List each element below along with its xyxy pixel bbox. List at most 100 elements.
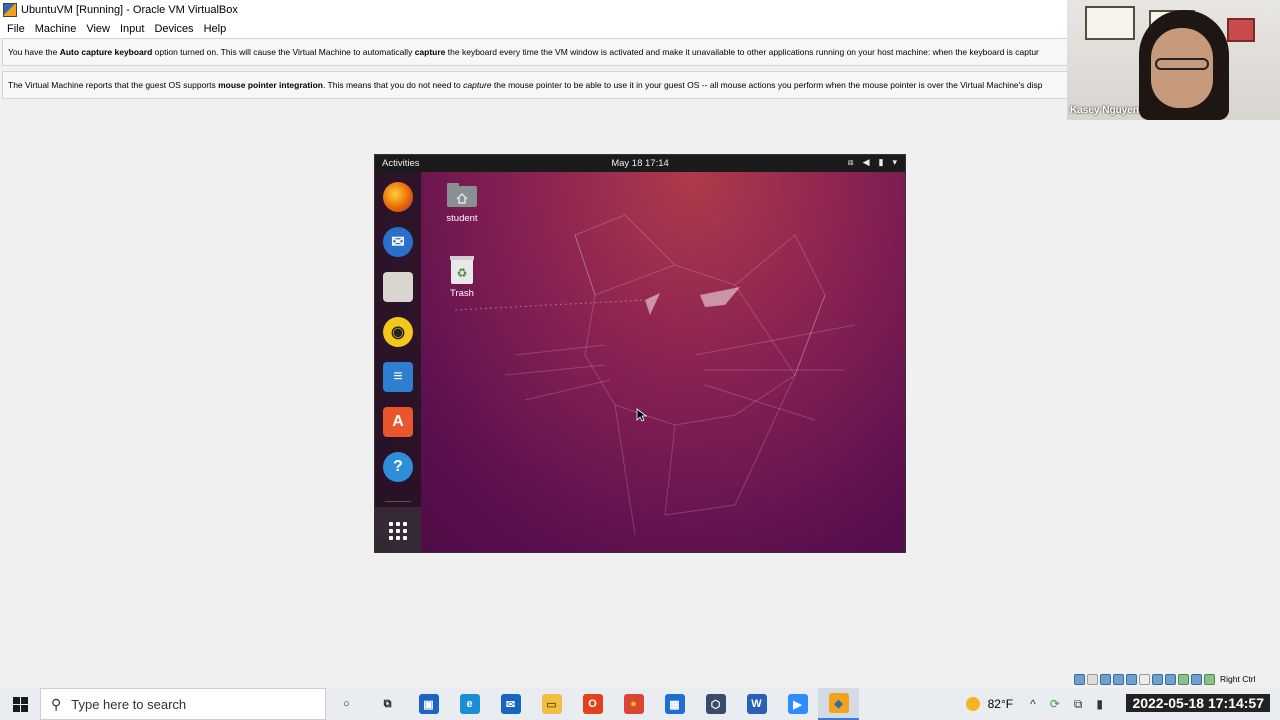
network-tray-icon[interactable]: ⧉ <box>1074 697 1083 712</box>
vbox-status-bar: Right Ctrl <box>1074 672 1280 686</box>
shared-folder-icon[interactable] <box>1139 673 1150 685</box>
network-icon: ⧈ <box>847 157 854 167</box>
taskbar-chrome-button[interactable]: ● <box>613 688 654 720</box>
ubuntu-wallpaper-art <box>454 214 856 536</box>
virtualbox-icon: ⬡ <box>705 694 726 714</box>
virtualbox-app-icon <box>3 2 17 17</box>
taskbar-ubuntuvm-taskbar-button[interactable]: ◆ <box>818 688 859 720</box>
battery-icon: ▮ <box>878 157 884 167</box>
zoom-icon: ▶ <box>787 694 808 714</box>
menu-view[interactable]: View <box>81 23 115 35</box>
cpu-activity-icon[interactable] <box>1178 673 1189 685</box>
writer-icon[interactable]: ≡ <box>383 362 413 392</box>
store-icon: ▣ <box>418 694 439 714</box>
screen: UbuntuVM [Running] - Oracle VM VirtualBo… <box>0 0 1280 720</box>
word-icon: W <box>746 694 767 714</box>
weather-widget[interactable]: 82°F <box>965 697 1014 711</box>
taskbar-task-view-button[interactable]: ⧉ <box>367 688 408 720</box>
taskbar-apps: ○ ⧉ ▣ e ✉ ▭ O ● ▦ ⬡ W ▶ ◆ <box>326 688 859 720</box>
menu-devices[interactable]: Devices <box>149 23 198 35</box>
windows-logo-icon <box>12 696 28 712</box>
ubuntu-dock: ✉ ◉ ≡ A ? <box>375 172 421 552</box>
banner-text: The Virtual Machine reports that the gue… <box>8 80 216 90</box>
wall-frame <box>1085 6 1135 40</box>
volume-tray-icon[interactable]: ▮ <box>1096 697 1103 711</box>
temperature: 82°F <box>987 697 1014 711</box>
show-applications-button[interactable] <box>375 507 421 552</box>
participant-name: Kasey Nguyen <box>1070 105 1139 116</box>
taskbar-zoom-button[interactable]: ▶ <box>777 688 818 720</box>
webcam-overlay: Kasey Nguyen <box>1067 0 1280 120</box>
banner-text: . This means that you do not need to <box>322 80 461 90</box>
network-adapter-icon[interactable] <box>1113 673 1124 685</box>
display-icon[interactable] <box>1152 673 1163 685</box>
office-icon: O <box>582 694 603 714</box>
calendar-icon: ▦ <box>664 694 685 714</box>
menu-machine[interactable]: Machine <box>30 23 82 35</box>
usb-icon[interactable] <box>1126 673 1137 685</box>
chevron-up-icon[interactable]: ^ <box>1030 697 1036 711</box>
mouse-integration-icon[interactable] <box>1191 673 1202 685</box>
recording-icon[interactable] <box>1165 673 1176 685</box>
taskbar-cortana-button[interactable]: ○ <box>326 688 367 720</box>
menu-help[interactable]: Help <box>199 23 232 35</box>
trash-icon: ♻ <box>446 255 478 285</box>
rhythmbox-icon[interactable]: ◉ <box>383 317 413 347</box>
task-view-icon: ⧉ <box>383 697 392 710</box>
taskbar-office-button[interactable]: O <box>572 688 613 720</box>
taskbar-edge-button[interactable]: e <box>449 688 490 720</box>
banner-text: the keyboard every time the VM window is… <box>447 47 1039 57</box>
start-button[interactable] <box>0 688 40 720</box>
recording-timestamp: 2022-05-18 17:14:57 <box>1126 694 1270 712</box>
guest-clock[interactable]: May 18 17:14 <box>375 158 905 169</box>
firefox-icon[interactable] <box>383 182 413 212</box>
desktop-icon-student[interactable]: student <box>437 180 487 224</box>
sun-icon <box>965 697 980 711</box>
vm-display[interactable]: Activities May 18 17:14 ⧈ ◀ ▮ ▾ ✉ ◉ ≡ A … <box>374 154 906 553</box>
window-title: UbuntuVM [Running] - Oracle VM VirtualBo… <box>21 3 238 16</box>
taskbar-store-button[interactable]: ▣ <box>408 688 449 720</box>
menu-input[interactable]: Input <box>115 23 149 35</box>
search-placeholder: Type here to search <box>71 696 187 712</box>
taskbar-word-button[interactable]: W <box>736 688 777 720</box>
banner-text: option turned on. This will cause the Vi… <box>154 47 413 57</box>
audio-icon[interactable] <box>1100 673 1111 685</box>
desktop-icon-trash[interactable]: ♻ Trash <box>437 255 487 299</box>
banner-bold: mouse pointer integration <box>218 80 323 90</box>
dock-separator <box>385 501 411 502</box>
chrome-icon: ● <box>623 694 644 714</box>
system-menu[interactable]: ⧈ ◀ ▮ ▾ <box>848 157 897 168</box>
edge-icon: e <box>459 694 480 714</box>
security-icon[interactable]: ⟳ <box>1050 697 1060 711</box>
taskbar-search-box[interactable]: ⚲ Type here to search <box>40 688 326 720</box>
files-icon[interactable] <box>383 272 413 302</box>
keyboard-capture-icon[interactable] <box>1204 673 1215 685</box>
ubuntuvm-taskbar-icon: ◆ <box>828 693 849 713</box>
thunderbird-icon[interactable]: ✉ <box>383 227 413 257</box>
mail-icon: ✉ <box>500 694 521 714</box>
help-icon[interactable]: ? <box>383 452 413 482</box>
glasses-icon <box>1155 58 1209 70</box>
svg-text:♻: ♻ <box>457 266 468 280</box>
host-key-label: Right Ctrl <box>1220 674 1256 684</box>
banner-text: You have the <box>8 47 58 57</box>
optical-drive-icon[interactable] <box>1087 673 1098 685</box>
taskbar-virtualbox-button[interactable]: ⬡ <box>695 688 736 720</box>
gnome-top-bar: Activities May 18 17:14 ⧈ ◀ ▮ ▾ <box>375 155 905 172</box>
wall-frame <box>1227 18 1255 42</box>
cortana-icon: ○ <box>343 698 350 710</box>
desktop-icon-label: Trash <box>450 288 474 299</box>
apps-grid-icon <box>389 521 407 540</box>
home-folder-icon <box>446 180 478 210</box>
menu-file[interactable]: File <box>2 23 30 35</box>
storage-icon[interactable] <box>1074 673 1085 685</box>
chevron-down-icon: ▾ <box>892 157 897 167</box>
mouse-cursor-icon <box>636 408 648 422</box>
software-center-icon[interactable]: A <box>383 407 413 437</box>
taskbar-calendar-button[interactable]: ▦ <box>654 688 695 720</box>
taskbar-file-explorer-button[interactable]: ▭ <box>531 688 572 720</box>
windows-taskbar: ⚲ Type here to search ○ ⧉ ▣ e ✉ ▭ O ● ▦ ⬡ W ▶ ◆ 82°F… <box>0 688 1280 720</box>
file-explorer-icon: ▭ <box>541 694 562 714</box>
banner-italic: capture <box>463 80 492 90</box>
taskbar-mail-button[interactable]: ✉ <box>490 688 531 720</box>
